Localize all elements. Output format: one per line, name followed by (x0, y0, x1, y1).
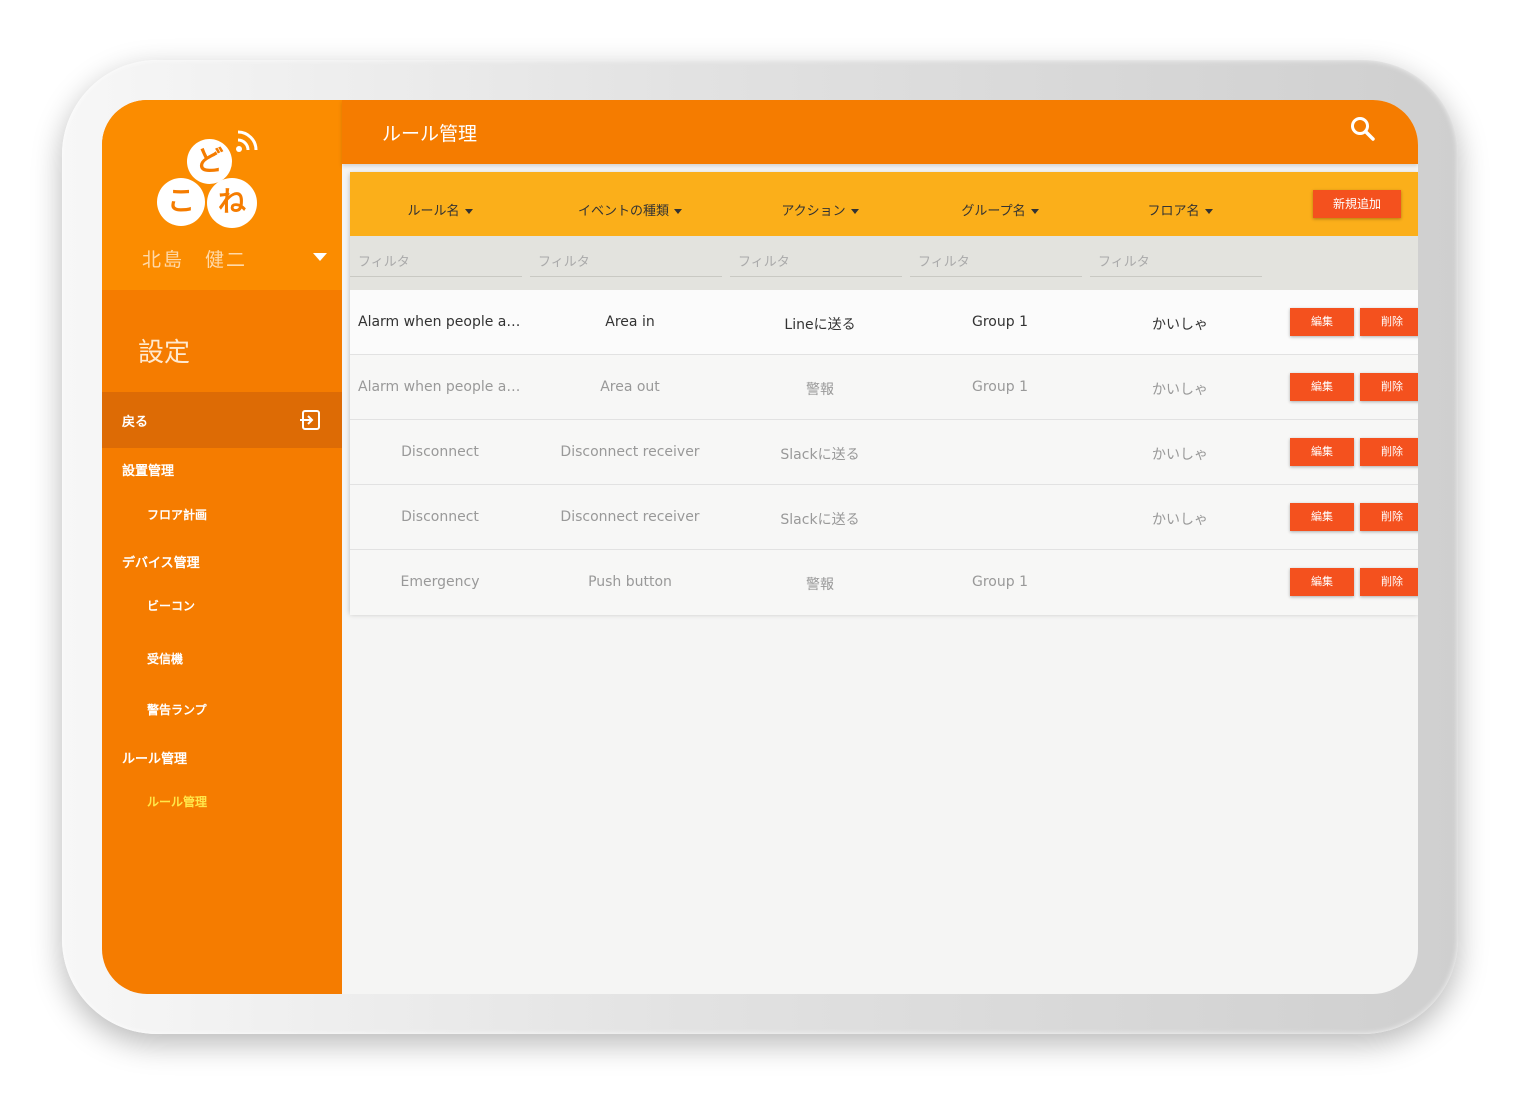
cell-group-name: Group 1 (972, 379, 1028, 395)
filter-rule-name[interactable] (350, 249, 522, 277)
cell-action: 警報 (806, 382, 834, 398)
user-name[interactable]: 北島 健二 (142, 245, 247, 272)
page-title: ルール管理 (382, 123, 478, 145)
back-button[interactable]: 戻る (102, 392, 342, 448)
delete-button[interactable]: 削除 (1360, 438, 1418, 466)
nav-item-receiver[interactable]: 受信機 (147, 650, 183, 667)
cell-action: Slackに送る (780, 512, 860, 528)
column-group-name[interactable]: グループ名 (930, 200, 1070, 219)
cell-action: Lineに送る (784, 317, 856, 333)
app-screen: ど こ ね 北島 健二 設定 戻る 設置管理 フロア計画 デバイス管理 ビーコン… (102, 100, 1418, 994)
nav-group-installation[interactable]: 設置管理 (122, 460, 174, 479)
user-menu-caret-icon[interactable] (313, 253, 327, 261)
edit-button[interactable]: 編集 (1290, 373, 1354, 401)
column-rule-name[interactable]: ルール名 (380, 200, 500, 219)
cell-event-type: Area out (600, 379, 660, 395)
table-row[interactable]: Disconnect Disconnect receiver Slackに送る … (350, 485, 1418, 550)
add-rule-button[interactable]: 新規追加 (1313, 190, 1401, 218)
delete-button[interactable]: 削除 (1360, 373, 1418, 401)
exit-icon (300, 410, 320, 430)
cell-group-name: Group 1 (972, 314, 1028, 330)
cell-group-name: Group 1 (972, 574, 1028, 590)
cell-action: 警報 (806, 577, 834, 593)
sort-caret-icon (464, 209, 473, 214)
sort-caret-icon (1030, 209, 1039, 214)
edit-button[interactable]: 編集 (1290, 568, 1354, 596)
sort-caret-icon (850, 209, 859, 214)
filter-row (350, 236, 1418, 290)
nav-item-warning-lamp[interactable]: 警告ランプ (147, 701, 207, 718)
cell-floor-name: かいしゃ (1152, 382, 1208, 398)
filter-floor-name[interactable] (1090, 249, 1262, 277)
cell-floor-name: かいしゃ (1152, 447, 1208, 463)
sort-caret-icon (1204, 209, 1213, 214)
table-row[interactable]: Emergency Push button 警報 Group 1 編集 削除 (350, 550, 1418, 615)
nav-group-rules[interactable]: ルール管理 (122, 748, 187, 767)
cell-rule-name: Disconnect (401, 444, 479, 460)
table-row[interactable]: Disconnect Disconnect receiver Slackに送る … (350, 420, 1418, 485)
nav-group-devices[interactable]: デバイス管理 (122, 552, 200, 571)
search-icon[interactable] (1350, 116, 1376, 142)
nav-item-floor-plan[interactable]: フロア計画 (147, 506, 207, 523)
column-floor-name[interactable]: フロア名 (1110, 200, 1250, 219)
cell-rule-name: Disconnect (401, 509, 479, 525)
table-row[interactable]: Alarm when people a… Area in Lineに送る Gro… (350, 290, 1418, 355)
nav-item-beacon[interactable]: ビーコン (147, 597, 195, 614)
cell-event-type: Disconnect receiver (560, 509, 700, 525)
table-header: ルール名 イベントの種類 アクション グループ名 フロア名 新規追加 (350, 172, 1418, 236)
filter-group-name[interactable] (910, 249, 1082, 277)
cell-rule-name: Emergency (400, 574, 480, 590)
cell-event-type: Push button (588, 574, 672, 590)
nav-item-rule-management[interactable]: ルール管理 (147, 793, 207, 810)
cell-event-type: Disconnect receiver (560, 444, 700, 460)
sort-caret-icon (674, 209, 682, 214)
edit-button[interactable]: 編集 (1290, 438, 1354, 466)
logo-char-ko: こ (157, 178, 205, 226)
app-logo: ど こ ね (154, 126, 264, 230)
edit-button[interactable]: 編集 (1290, 308, 1354, 336)
delete-button[interactable]: 削除 (1360, 568, 1418, 596)
filter-action[interactable] (730, 249, 902, 277)
table-row[interactable]: Alarm when people a… Area out 警報 Group 1… (350, 355, 1418, 420)
delete-button[interactable]: 削除 (1360, 503, 1418, 531)
column-action[interactable]: アクション (750, 200, 890, 219)
cell-floor-name: かいしゃ (1152, 317, 1208, 333)
back-label: 戻る (122, 415, 149, 430)
settings-title: 設定 (138, 338, 191, 368)
rules-table: ルール名 イベントの種類 アクション グループ名 フロア名 新規追加 Alarm… (350, 172, 1418, 615)
signal-icon (236, 130, 258, 152)
logo-char-do: ど (187, 139, 232, 184)
cell-rule-name: Alarm when people a… (358, 379, 521, 395)
cell-event-type: Area in (605, 314, 655, 330)
filter-event-type[interactable] (530, 249, 722, 277)
cell-rule-name: Alarm when people a… (358, 314, 521, 330)
column-event-type[interactable]: イベントの種類 (550, 200, 710, 219)
cell-action: Slackに送る (780, 447, 860, 463)
profile-panel: ど こ ね 北島 健二 (102, 100, 342, 290)
logo-char-ne: ね (207, 178, 257, 228)
top-bar: ルール管理 (342, 100, 1418, 164)
sidebar: ど こ ね 北島 健二 設定 戻る 設置管理 フロア計画 デバイス管理 ビーコン… (102, 100, 342, 994)
edit-button[interactable]: 編集 (1290, 503, 1354, 531)
delete-button[interactable]: 削除 (1360, 308, 1418, 336)
cell-floor-name: かいしゃ (1152, 512, 1208, 528)
